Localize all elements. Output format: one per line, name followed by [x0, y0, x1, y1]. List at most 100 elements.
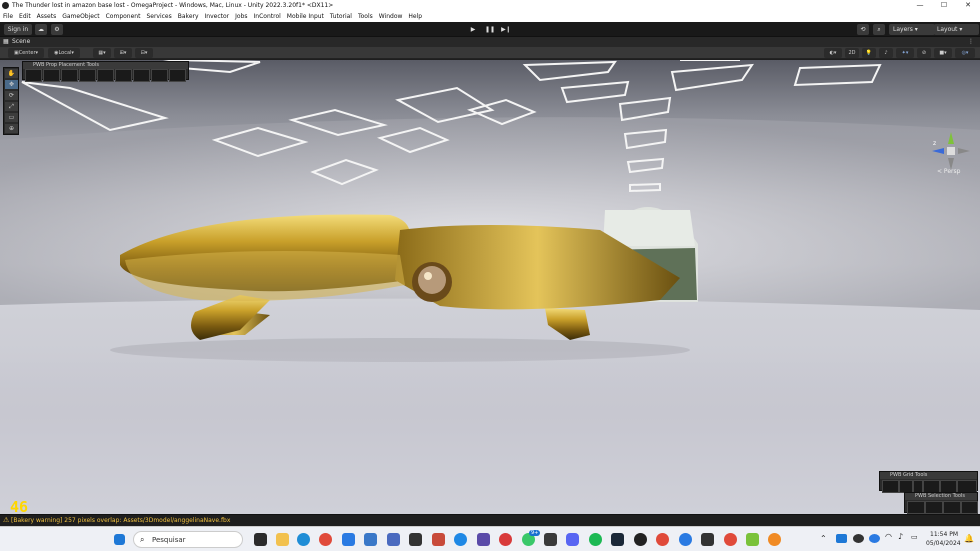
pwb-tool-button[interactable] — [133, 69, 150, 82]
close-button[interactable]: ✕ — [956, 0, 980, 11]
pwb-tool-button[interactable] — [115, 69, 132, 82]
scene-viewport[interactable]: z < Persp — [0, 60, 980, 514]
tab-scene[interactable]: Scene — [12, 37, 30, 47]
menu-file[interactable]: File — [0, 11, 16, 22]
pwb-grid-button[interactable] — [882, 480, 899, 493]
tray-app-icon[interactable] — [869, 534, 880, 543]
clock-time[interactable]: 11:54 PM — [930, 531, 958, 538]
start-icon[interactable] — [114, 534, 125, 545]
pause-button[interactable]: ❚❚ — [484, 24, 496, 35]
menu-component[interactable]: Component — [103, 11, 144, 22]
grid-snap-icon[interactable]: ▦▾ — [93, 48, 111, 58]
unity-icon[interactable] — [409, 533, 422, 546]
menu-tools[interactable]: Tools — [355, 11, 376, 22]
status-bar[interactable]: ⚠ [Bakery warning] 257 pixels overlap: A… — [0, 514, 980, 526]
tab-menu-icon[interactable]: ⋮ — [968, 37, 974, 47]
pwb-tool-button[interactable] — [151, 69, 168, 82]
app-icon[interactable] — [634, 533, 647, 546]
menu-help[interactable]: Help — [405, 11, 425, 22]
wifi-icon[interactable]: ◠ — [885, 532, 892, 541]
battery-icon[interactable]: ▭ — [911, 533, 918, 541]
collab-icon[interactable]: ⚙ — [51, 24, 63, 35]
search-icon[interactable]: ⌕ — [873, 24, 885, 35]
pwb-selection-button[interactable] — [907, 501, 925, 514]
menu-jobs[interactable]: Jobs — [232, 11, 250, 22]
lighting-icon[interactable]: 💡 — [862, 48, 876, 58]
projection-toggle[interactable]: < Persp — [937, 168, 960, 175]
pwb-tool-button[interactable] — [25, 69, 42, 82]
clock-date[interactable]: 05/04/2024 — [926, 540, 961, 547]
scale-tool-icon[interactable]: ⤢ — [5, 102, 18, 111]
discord-icon[interactable] — [566, 533, 579, 546]
chrome-icon[interactable] — [656, 533, 669, 546]
app-icon[interactable] — [679, 533, 692, 546]
hand-tool-icon[interactable]: ✋ — [5, 69, 18, 78]
pwb-tool-button[interactable] — [169, 69, 186, 82]
play-button[interactable]: ▶ — [467, 24, 479, 35]
ruler-icon[interactable]: ⊟▾ — [135, 48, 153, 58]
blender-icon[interactable] — [768, 533, 781, 546]
pwb-tool-button[interactable] — [43, 69, 60, 82]
history-icon[interactable]: ⟲ — [857, 24, 869, 35]
file-explorer-icon[interactable] — [276, 533, 289, 546]
onedrive-icon[interactable] — [454, 533, 467, 546]
volume-icon[interactable]: ♪ — [898, 532, 903, 541]
spotify-icon[interactable] — [589, 533, 602, 546]
steam-icon[interactable] — [611, 533, 624, 546]
space-dropdown[interactable]: ◉Local▾ — [48, 48, 80, 58]
app-icon[interactable] — [544, 533, 557, 546]
pwb-tool-button[interactable] — [79, 69, 96, 82]
menu-tutorial[interactable]: Tutorial — [327, 11, 355, 22]
menu-services[interactable]: Services — [143, 11, 174, 22]
menu-assets[interactable]: Assets — [34, 11, 60, 22]
taskbar-search-box[interactable]: ⌕ Pesquisar — [133, 531, 243, 548]
rect-tool-icon[interactable]: ▭ — [5, 113, 18, 122]
gizmos-icon[interactable]: ◎▾ — [955, 48, 975, 58]
layers-dropdown[interactable]: Layers ▾ — [889, 24, 935, 35]
app-icon[interactable] — [432, 533, 445, 546]
snap-increment-icon[interactable]: ⊞▾ — [114, 48, 132, 58]
mode-2d-button[interactable]: 2D — [845, 48, 859, 58]
app-icon[interactable] — [724, 533, 737, 546]
minimize-button[interactable]: — — [908, 0, 932, 11]
pwb-tool-button[interactable] — [97, 69, 114, 82]
sign-in-button[interactable]: Sign in — [4, 24, 32, 35]
transform-tool-icon[interactable]: ⊕ — [5, 124, 18, 133]
chrome-icon[interactable] — [319, 533, 332, 546]
edge-icon[interactable] — [297, 533, 310, 546]
menu-bakery[interactable]: Bakery — [175, 11, 202, 22]
pwb-tool-button[interactable] — [61, 69, 78, 82]
menu-mobile-input[interactable]: Mobile Input — [284, 11, 327, 22]
app-icon[interactable] — [477, 533, 490, 546]
rotate-tool-icon[interactable]: ⟳ — [5, 91, 18, 100]
app-icon[interactable] — [746, 533, 759, 546]
pivot-dropdown[interactable]: ▣Center▾ — [8, 48, 44, 58]
app-icon[interactable] — [387, 533, 400, 546]
store-icon[interactable] — [342, 533, 355, 546]
menu-invector[interactable]: Invector — [202, 11, 233, 22]
move-tool-icon[interactable]: ✥ — [5, 80, 18, 89]
hidden-objects-icon[interactable]: ⊘ — [917, 48, 931, 58]
pwb-selection-button[interactable] — [961, 501, 978, 514]
tray-app-icon[interactable] — [836, 534, 847, 543]
mail-icon[interactable] — [364, 533, 377, 546]
cloud-icon[interactable]: ☁ — [35, 24, 47, 35]
menu-window[interactable]: Window — [376, 11, 406, 22]
step-button[interactable]: ▶❙ — [500, 24, 512, 35]
app-icon[interactable] — [701, 533, 714, 546]
task-view-icon[interactable] — [254, 533, 267, 546]
app-icon[interactable] — [499, 533, 512, 546]
pwb-selection-button[interactable] — [943, 501, 961, 514]
tray-chevron-icon[interactable]: ⌃ — [820, 534, 827, 543]
effects-icon[interactable]: ✦▾ — [896, 48, 914, 58]
audio-icon[interactable]: ♪ — [879, 48, 893, 58]
layout-dropdown[interactable]: Layout ▾ — [934, 24, 979, 35]
tray-app-icon[interactable] — [853, 534, 864, 543]
menu-edit[interactable]: Edit — [16, 11, 34, 22]
maximize-button[interactable]: ☐ — [932, 0, 956, 11]
menu-incontrol[interactable]: InControl — [251, 11, 284, 22]
pwb-selection-button[interactable] — [925, 501, 943, 514]
notifications-icon[interactable]: 🔔 — [964, 534, 974, 543]
draw-mode-icon[interactable]: ◐▾ — [824, 48, 842, 58]
camera-icon[interactable]: ■▾ — [934, 48, 952, 58]
